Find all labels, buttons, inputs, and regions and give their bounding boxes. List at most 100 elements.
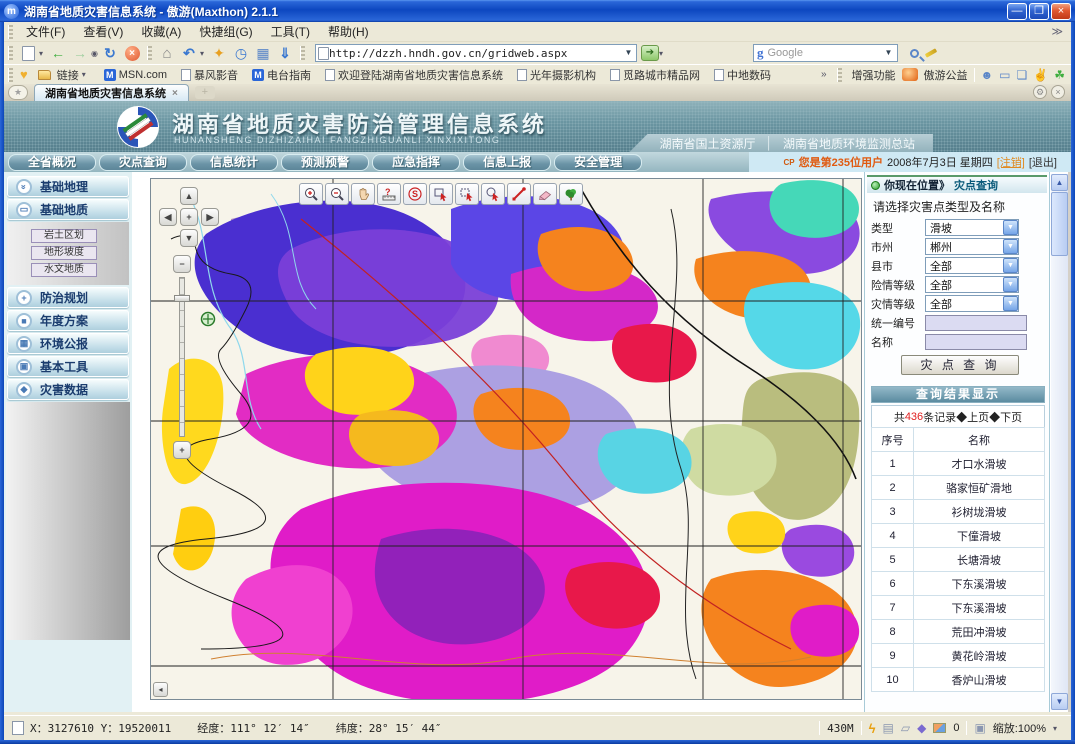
- plugin-icon[interactable]: ☘: [1054, 68, 1065, 82]
- nav-overview[interactable]: 全省概况: [8, 154, 96, 171]
- map-viewport[interactable]: ? S ▲ ◀ + ▶ ▼ − + ◂: [150, 178, 862, 700]
- select-polygon-tool[interactable]: [455, 183, 479, 205]
- charity-heart-icon[interactable]: [902, 68, 918, 81]
- table-row[interactable]: 7下东溪滑坡: [872, 596, 1045, 620]
- tab-list-star-button[interactable]: ★: [8, 85, 28, 100]
- links-folder[interactable]: 链接 ▾: [38, 67, 90, 83]
- pan-left-button[interactable]: ◀: [159, 208, 177, 226]
- draw-line-tool[interactable]: [507, 183, 531, 205]
- address-bar[interactable]: http://dzzh.hndh.gov.cn/gridweb.aspx ▼: [315, 44, 637, 62]
- table-row[interactable]: 5长塘滑坡: [872, 548, 1045, 572]
- row-name[interactable]: 下东溪滑坡: [914, 596, 1045, 620]
- row-name[interactable]: 衫树垅滑坡: [914, 500, 1045, 524]
- search-icon[interactable]: [910, 49, 919, 58]
- city-select[interactable]: 郴州 ▼: [925, 238, 1019, 255]
- row-name[interactable]: 骆家恒矿滑地: [914, 476, 1045, 500]
- new-page-icon[interactable]: [22, 46, 35, 61]
- chevron-down-icon[interactable]: ▼: [1003, 296, 1018, 311]
- sub-item-rock-zoning[interactable]: 岩土区划: [31, 229, 97, 243]
- highlight-icon[interactable]: [925, 48, 937, 57]
- download-button[interactable]: ⇓: [274, 44, 296, 63]
- exit-link[interactable]: [退出]: [1029, 154, 1057, 170]
- sidebar-item-base-geology[interactable]: ▭ 基础地质: [7, 199, 129, 220]
- row-name[interactable]: 下东溪滑坡: [914, 572, 1045, 596]
- zoom-in-tool[interactable]: [299, 183, 323, 205]
- minimize-button[interactable]: —: [1007, 3, 1027, 20]
- nav-security[interactable]: 安全管理: [554, 154, 642, 171]
- page-zoom-label[interactable]: 缩放:100%: [993, 720, 1046, 736]
- scale-tool[interactable]: S: [403, 183, 427, 205]
- close-button[interactable]: ×: [1051, 3, 1071, 20]
- zoom-plus-button[interactable]: +: [173, 441, 191, 459]
- map-marker-icon[interactable]: [202, 313, 215, 326]
- sidebar-item-base-geography[interactable]: » 基础地理: [7, 176, 129, 197]
- link-land-resources[interactable]: 湖南省国土资源厅: [659, 135, 755, 152]
- logout-link[interactable]: [注销]: [997, 154, 1025, 170]
- row-name[interactable]: 长塘滑坡: [914, 548, 1045, 572]
- pan-up-button[interactable]: ▲: [180, 187, 198, 205]
- select-circle-tool[interactable]: [481, 183, 505, 205]
- next-page-link[interactable]: ◆下页: [989, 409, 1022, 425]
- zoom-minus-button[interactable]: −: [173, 255, 191, 273]
- undo-button[interactable]: ↶: [178, 44, 200, 63]
- resize-icon[interactable]: ▣: [974, 721, 985, 735]
- table-row[interactable]: 10香炉山滑坡: [872, 668, 1045, 692]
- prev-page-link[interactable]: ◆上页: [956, 409, 989, 425]
- proxy-globe-icon[interactable]: ☻: [981, 68, 994, 82]
- nav-statistics[interactable]: 信息统计: [190, 154, 278, 171]
- sub-item-hydrogeology[interactable]: 水文地质: [31, 263, 97, 277]
- search-dropdown[interactable]: ▼: [883, 46, 894, 60]
- tabbar-close-icon[interactable]: ×: [1051, 85, 1065, 99]
- type-select[interactable]: 滑坡 ▼: [925, 219, 1019, 236]
- menu-tools[interactable]: 工具(T): [262, 21, 319, 42]
- enhance-label[interactable]: 增强功能: [852, 67, 896, 83]
- table-row[interactable]: 2骆家恒矿滑地: [872, 476, 1045, 500]
- image-blocker-icon[interactable]: [933, 723, 946, 733]
- scroll-thumb[interactable]: [1051, 192, 1068, 256]
- table-row[interactable]: 9黄花岭滑坡: [872, 644, 1045, 668]
- sidebar-item-prevention-plan[interactable]: + 防治规划: [7, 287, 129, 308]
- sidebar-item-annual-plan[interactable]: ■ 年度方案: [7, 310, 129, 331]
- undo-dropdown[interactable]: ▾: [200, 49, 208, 58]
- charity-label[interactable]: 傲游公益: [924, 67, 968, 83]
- full-extent-tool[interactable]: [559, 183, 583, 205]
- window-icon[interactable]: ▭: [999, 68, 1010, 82]
- address-url[interactable]: http://dzzh.hndh.gov.cn/gridweb.aspx: [329, 47, 623, 60]
- row-name[interactable]: 荒田冲滑坡: [914, 620, 1045, 644]
- zoom-slider-handle[interactable]: [174, 295, 190, 302]
- pan-right-button[interactable]: ▶: [201, 208, 219, 226]
- zoom-out-tool[interactable]: [325, 183, 349, 205]
- go-button[interactable]: ➔: [641, 45, 659, 61]
- link-geo-env-station[interactable]: 湖南省地质环境监测总站: [783, 135, 915, 152]
- panels-icon[interactable]: ▦: [252, 44, 274, 63]
- table-row[interactable]: 6下东溪滑坡: [872, 572, 1045, 596]
- tab-close-icon[interactable]: ×: [172, 88, 178, 99]
- stop-icon[interactable]: ×: [125, 46, 140, 61]
- link-milu[interactable]: 觅路城市精品网: [610, 67, 700, 83]
- table-row[interactable]: 3衫树垅滑坡: [872, 500, 1045, 524]
- chevron-down-icon[interactable]: ▼: [1003, 258, 1018, 273]
- menu-groups[interactable]: 快捷组(G): [190, 21, 261, 42]
- forward-button[interactable]: →: [69, 44, 91, 63]
- refresh-button[interactable]: ↻: [99, 44, 121, 63]
- zoom-dropdown[interactable]: ▾: [1053, 724, 1061, 733]
- tray-icon[interactable]: ▤: [883, 721, 894, 735]
- county-select[interactable]: 全部 ▼: [925, 257, 1019, 274]
- page-scrollbar[interactable]: ▲ ▼: [1051, 174, 1068, 710]
- search-box[interactable]: g Google ▼: [753, 44, 898, 62]
- filter-wand-icon[interactable]: ✦: [208, 44, 230, 63]
- measure-tool[interactable]: ?: [377, 183, 401, 205]
- chevron-down-icon[interactable]: ▼: [1003, 220, 1018, 235]
- menu-view[interactable]: 查看(V): [74, 21, 132, 42]
- link-zhongdi[interactable]: 中地数码: [714, 67, 771, 83]
- back-button[interactable]: ←: [47, 44, 69, 63]
- name-input[interactable]: [925, 334, 1027, 350]
- sidebar-item-env-bulletin[interactable]: ▦ 环境公报: [7, 333, 129, 354]
- nav-emergency[interactable]: 应急指挥: [372, 154, 460, 171]
- link-welcome[interactable]: 欢迎登陆湖南省地质灾害信息系统: [325, 67, 503, 83]
- new-tab-ghost-button[interactable]: +: [195, 86, 215, 99]
- row-name[interactable]: 才口水滑坡: [914, 452, 1045, 476]
- new-tab-dropdown[interactable]: ▾: [39, 49, 47, 58]
- address-dropdown[interactable]: ▼: [623, 46, 634, 60]
- nav-disaster-query[interactable]: 灾点查询: [99, 154, 187, 171]
